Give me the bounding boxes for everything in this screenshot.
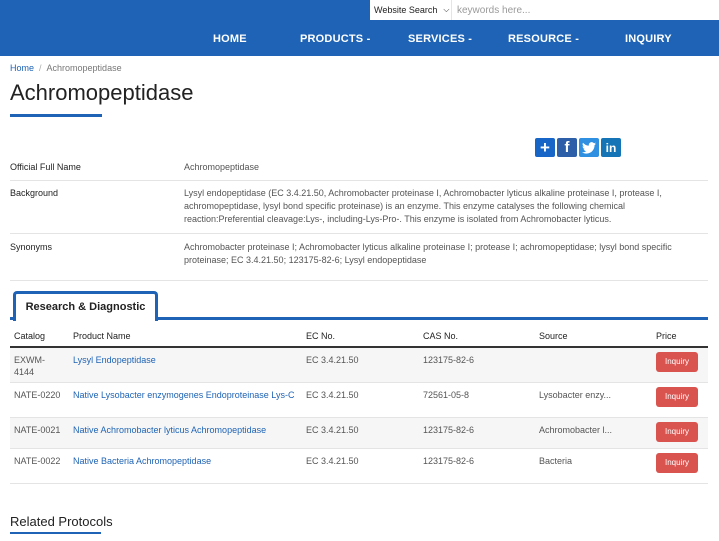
price-cell: Inquiry	[652, 347, 708, 383]
nav-services[interactable]: SERVICES -	[408, 20, 472, 56]
nav-home[interactable]: HOME	[213, 20, 247, 56]
catalog-cell: EXWM-4144	[10, 347, 69, 383]
related-protocols-heading: Related Protocols	[10, 514, 113, 529]
table-row: NATE-0022 Native Bacteria Achromopeptida…	[10, 448, 708, 484]
source-cell	[535, 347, 652, 383]
product-name-link[interactable]: Lysyl Endopeptidase	[69, 347, 302, 383]
catalog-cell: NATE-0220	[10, 382, 69, 418]
info-label: Synonyms	[10, 242, 53, 252]
search-scope-select[interactable]: Website Search ⌵	[370, 0, 452, 20]
inquiry-button[interactable]: Inquiry	[656, 386, 698, 407]
table-row: NATE-0220 Native Lysobacter enzymogenes …	[10, 382, 708, 418]
table-row: NATE-0021 Native Achromobacter lyticus A…	[10, 417, 708, 449]
nav-resource[interactable]: RESOURCE -	[508, 20, 579, 56]
source-cell: Achromobacter l...	[535, 417, 652, 449]
nav-products[interactable]: PRODUCTS -	[300, 20, 370, 56]
breadcrumb: Home / Achromopeptidase	[10, 63, 122, 73]
breadcrumb-home[interactable]: Home	[10, 63, 34, 73]
column-header: Price	[652, 326, 708, 348]
source-cell: Lysobacter enzy...	[535, 382, 652, 418]
info-value: Achromobacter proteinase I; Achromobacte…	[184, 242, 672, 265]
chevron-down-icon: ⌵	[443, 5, 450, 14]
column-header: Source	[535, 326, 652, 348]
catalog-cell: NATE-0022	[10, 448, 69, 484]
source-cell: Bacteria	[535, 448, 652, 484]
cas-cell: 123175-82-6	[419, 417, 535, 449]
catalog-cell: NATE-0021	[10, 417, 69, 449]
search-input[interactable]	[452, 0, 719, 20]
breadcrumb-current: Achromopeptidase	[46, 63, 122, 73]
title-underline	[10, 114, 102, 117]
info-label: Background	[10, 188, 59, 198]
breadcrumb-separator: /	[39, 63, 42, 73]
info-label: Official Full Name	[10, 162, 81, 172]
main-nav: HOME PRODUCTS - SERVICES - RESOURCE - IN…	[0, 20, 719, 56]
product-name-link[interactable]: Native Achromobacter lyticus Achromopept…	[69, 417, 302, 449]
inquiry-button[interactable]: Inquiry	[656, 352, 698, 372]
search-scope-label: Website Search	[374, 5, 438, 15]
cas-cell: 123175-82-6	[419, 448, 535, 484]
column-header: EC No.	[302, 326, 419, 348]
nav-inquiry[interactable]: INQUIRY	[625, 20, 672, 56]
product-name-link[interactable]: Native Lysobacter enzymogenes Endoprotei…	[69, 382, 302, 418]
ec-cell: EC 3.4.21.50	[302, 382, 419, 418]
inquiry-button[interactable]: Inquiry	[656, 421, 698, 442]
ec-cell: EC 3.4.21.50	[302, 417, 419, 449]
info-value: Achromopeptidase	[184, 162, 260, 172]
column-header: Product Name	[69, 326, 302, 348]
inquiry-button[interactable]: Inquiry	[656, 452, 698, 473]
column-header: Catalog	[10, 326, 69, 348]
price-cell: Inquiry	[652, 417, 708, 449]
page-title: Achromopeptidase	[10, 80, 194, 105]
info-value: Lysyl endopeptidase (EC 3.4.21.50, Achro…	[184, 188, 662, 224]
ec-cell: EC 3.4.21.50	[302, 347, 419, 383]
cas-cell: 72561-05-8	[419, 382, 535, 418]
price-cell: Inquiry	[652, 448, 708, 484]
related-underline	[10, 532, 101, 534]
tab-bar: Research & Diagnostic	[10, 290, 708, 321]
product-name-link[interactable]: Native Bacteria Achromopeptidase	[69, 448, 302, 484]
ec-cell: EC 3.4.21.50	[302, 448, 419, 484]
price-cell: Inquiry	[652, 382, 708, 418]
table-row: EXWM-4144 Lysyl Endopeptidase EC 3.4.21.…	[10, 347, 708, 383]
search-bar: Website Search ⌵	[370, 0, 719, 20]
cas-cell: 123175-82-6	[419, 347, 535, 383]
info-row: Official Full Name Achromopeptidase	[10, 152, 708, 181]
info-row: Synonyms Achromobacter proteinase I; Ach…	[10, 234, 708, 281]
info-row: Background Lysyl endopeptidase (EC 3.4.2…	[10, 181, 708, 234]
info-section: Official Full Name Achromopeptidase Back…	[10, 152, 708, 281]
product-table: Catalog Product Name EC No. CAS No. Sour…	[10, 326, 708, 484]
column-header: CAS No.	[419, 326, 535, 348]
table-header-row: Catalog Product Name EC No. CAS No. Sour…	[10, 326, 708, 348]
tab-research-diagnostic[interactable]: Research & Diagnostic	[13, 291, 158, 321]
header-bar: Website Search ⌵ HOME PRODUCTS - SERVICE…	[0, 0, 719, 56]
